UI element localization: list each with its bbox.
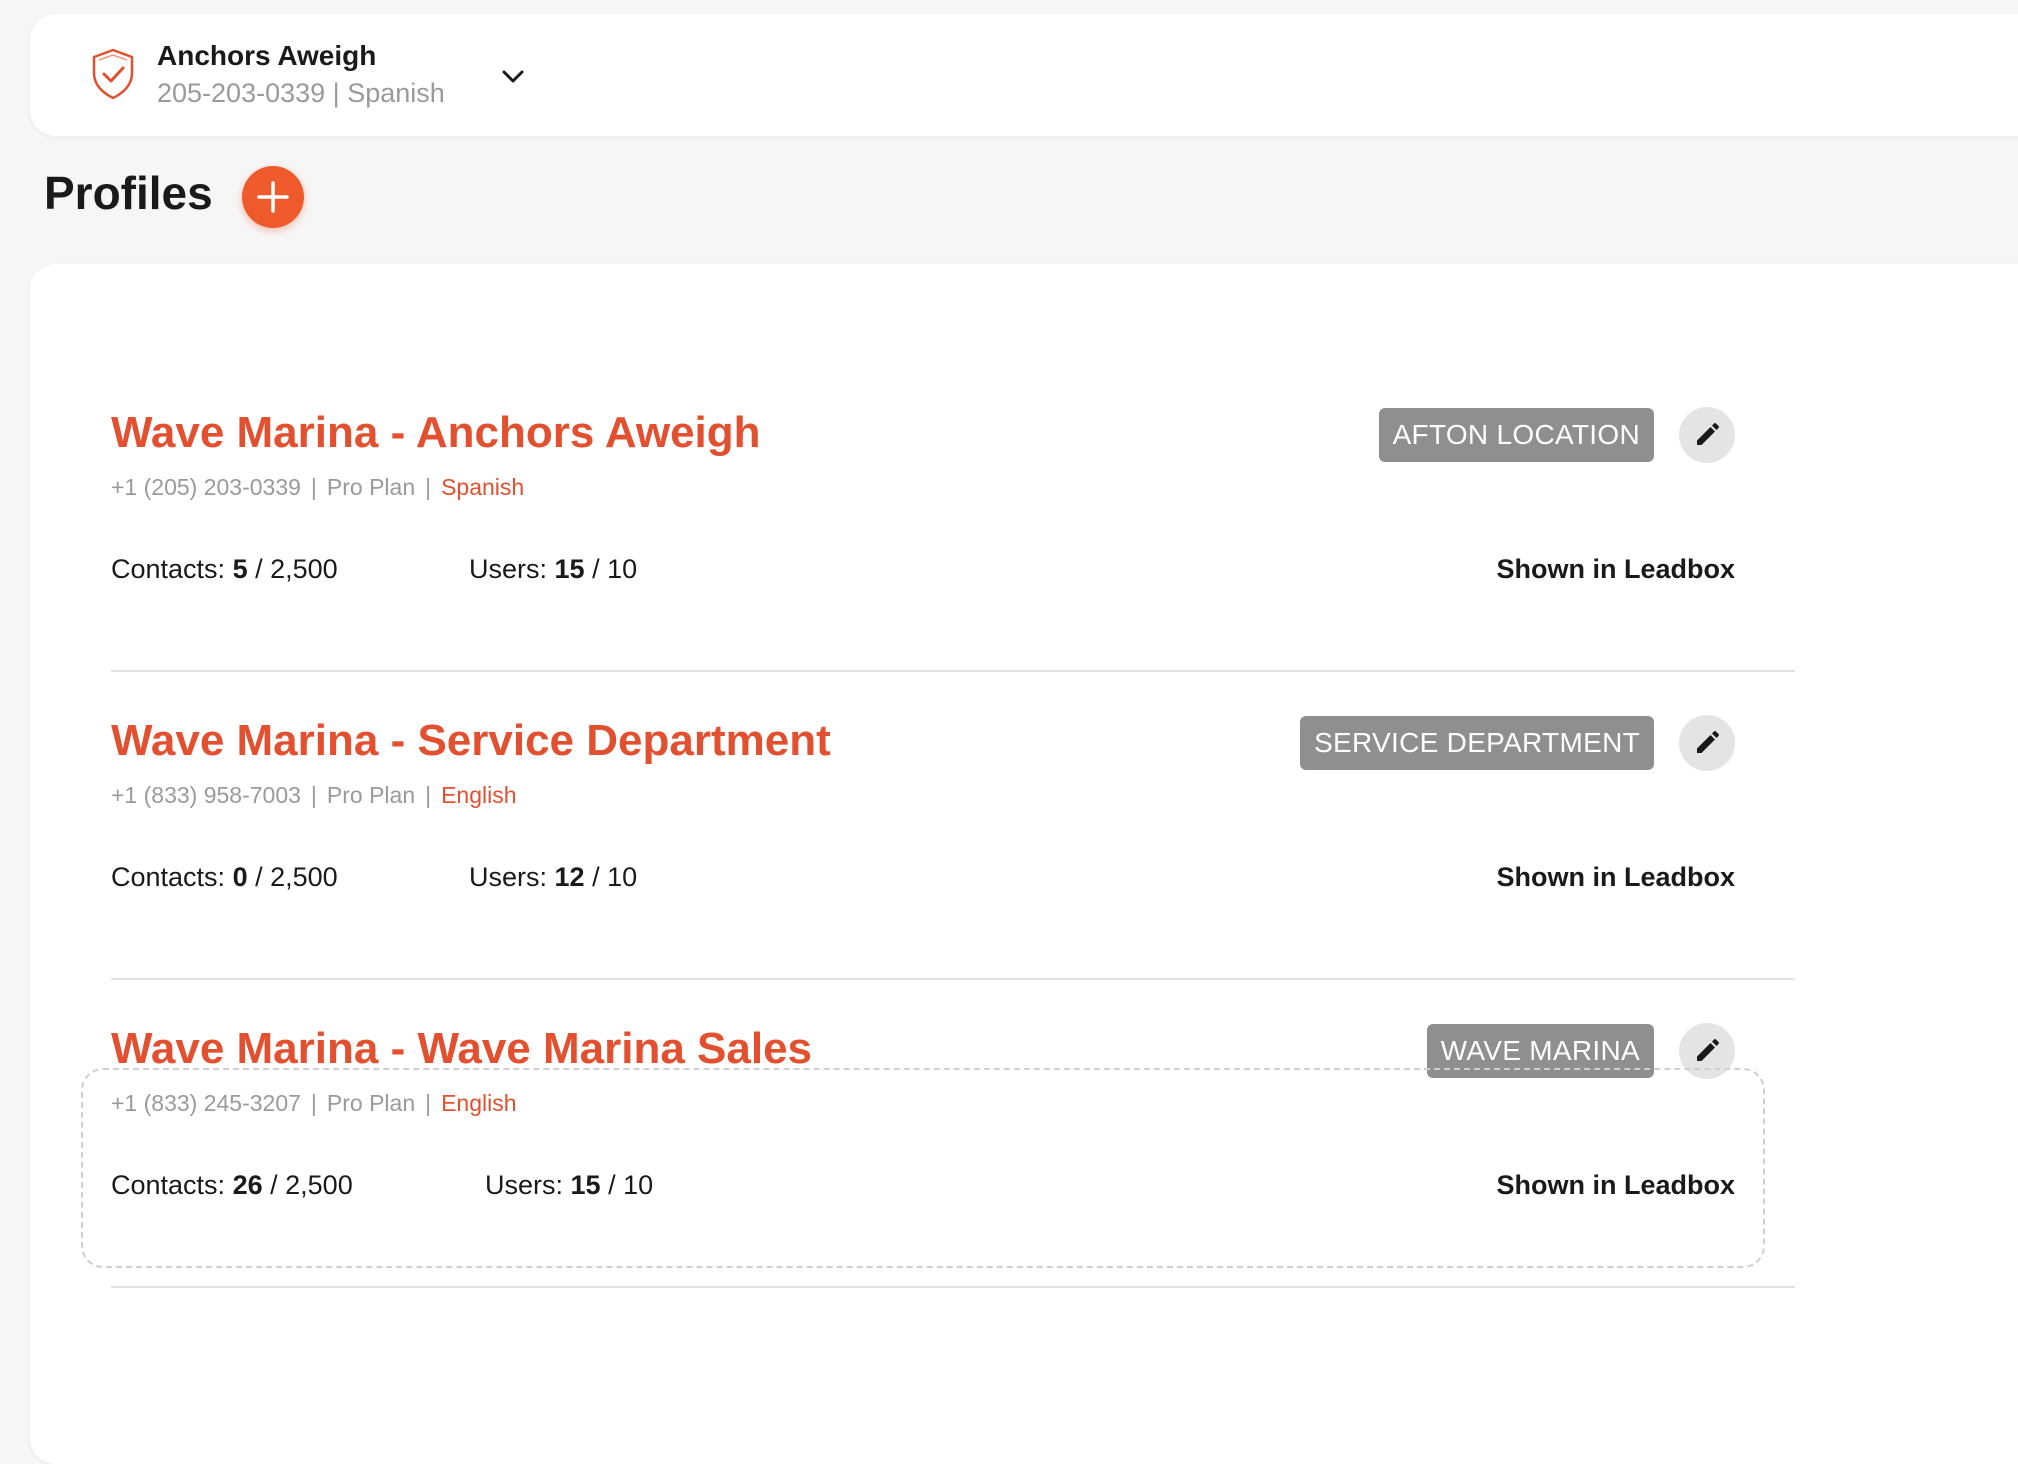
- pencil-icon: [1697, 1039, 1719, 1061]
- profile-language: English: [441, 782, 517, 808]
- profile-name[interactable]: Wave Marina - Service Department: [111, 716, 831, 766]
- plus-icon: [257, 181, 289, 213]
- users-stat: Users: 12 / 10: [469, 862, 637, 893]
- profile-meta: +1 (205) 203-0339 | Pro Plan | Spanish: [111, 474, 524, 501]
- account-separator: |: [332, 78, 340, 108]
- meta-separator: |: [425, 782, 432, 808]
- profile-plan: Pro Plan: [326, 782, 416, 808]
- contacts-stat: Contacts: 5 / 2,500: [111, 554, 338, 585]
- profile-language: Spanish: [441, 474, 525, 500]
- users-label: Users:: [469, 554, 548, 584]
- edit-profile-button[interactable]: [1679, 407, 1735, 463]
- profile-tag: SERVICE DEPARTMENT: [1300, 716, 1654, 770]
- add-profile-button[interactable]: [242, 166, 304, 228]
- pencil-icon: [1697, 731, 1719, 753]
- meta-separator: |: [310, 782, 317, 808]
- contacts-stat: Contacts: 0 / 2,500: [111, 862, 338, 893]
- page-title: Profiles: [44, 167, 213, 219]
- profiles-panel: Wave Marina - Anchors Aweigh +1 (205) 20…: [30, 264, 2018, 1464]
- meta-separator: |: [425, 474, 432, 500]
- contacts-limit: / 2,500: [255, 862, 338, 892]
- profile-meta: +1 (833) 958-7003 | Pro Plan | English: [111, 782, 517, 809]
- profile-phone: +1 (205) 203-0339: [111, 474, 301, 500]
- profile-plan: Pro Plan: [326, 474, 416, 500]
- edit-profile-button[interactable]: [1679, 715, 1735, 771]
- profile-name[interactable]: Wave Marina - Anchors Aweigh: [111, 408, 761, 458]
- account-language: Spanish: [347, 78, 445, 108]
- shield-check-icon: [92, 48, 134, 100]
- profile-card: Wave Marina - Anchors Aweigh +1 (205) 20…: [111, 364, 1795, 672]
- contacts-limit: / 2,500: [255, 554, 338, 584]
- account-phone: 205-203-0339: [157, 78, 326, 108]
- leadbox-status[interactable]: Shown in Leadbox: [1496, 554, 1735, 585]
- profile-card: Wave Marina - Service Department +1 (833…: [111, 672, 1795, 980]
- users-label: Users:: [469, 862, 548, 892]
- account-selector[interactable]: Anchors Aweigh 205-203-0339 | Spanish: [30, 14, 2018, 136]
- contacts-label: Contacts:: [111, 554, 226, 584]
- users-stat: Users: 15 / 10: [469, 554, 637, 585]
- users-limit: / 10: [592, 554, 638, 584]
- new-profile-placeholder[interactable]: [81, 1068, 1765, 1268]
- pencil-icon: [1697, 423, 1719, 445]
- profile-tag: AFTON LOCATION: [1378, 408, 1654, 462]
- leadbox-status[interactable]: Shown in Leadbox: [1496, 862, 1735, 893]
- account-name: Anchors Aweigh: [157, 40, 377, 71]
- account-details: 205-203-0339 | Spanish: [157, 78, 445, 109]
- contacts-label: Contacts:: [111, 862, 226, 892]
- users-used: 12: [554, 862, 585, 892]
- meta-separator: |: [310, 474, 317, 500]
- contacts-used: 0: [232, 862, 248, 892]
- chevron-down-icon[interactable]: [500, 66, 526, 86]
- users-used: 15: [554, 554, 585, 584]
- profile-name[interactable]: Wave Marina - Wave Marina Sales: [111, 1024, 812, 1074]
- users-limit: / 10: [592, 862, 638, 892]
- contacts-used: 5: [232, 554, 248, 584]
- profile-phone: +1 (833) 958-7003: [111, 782, 301, 808]
